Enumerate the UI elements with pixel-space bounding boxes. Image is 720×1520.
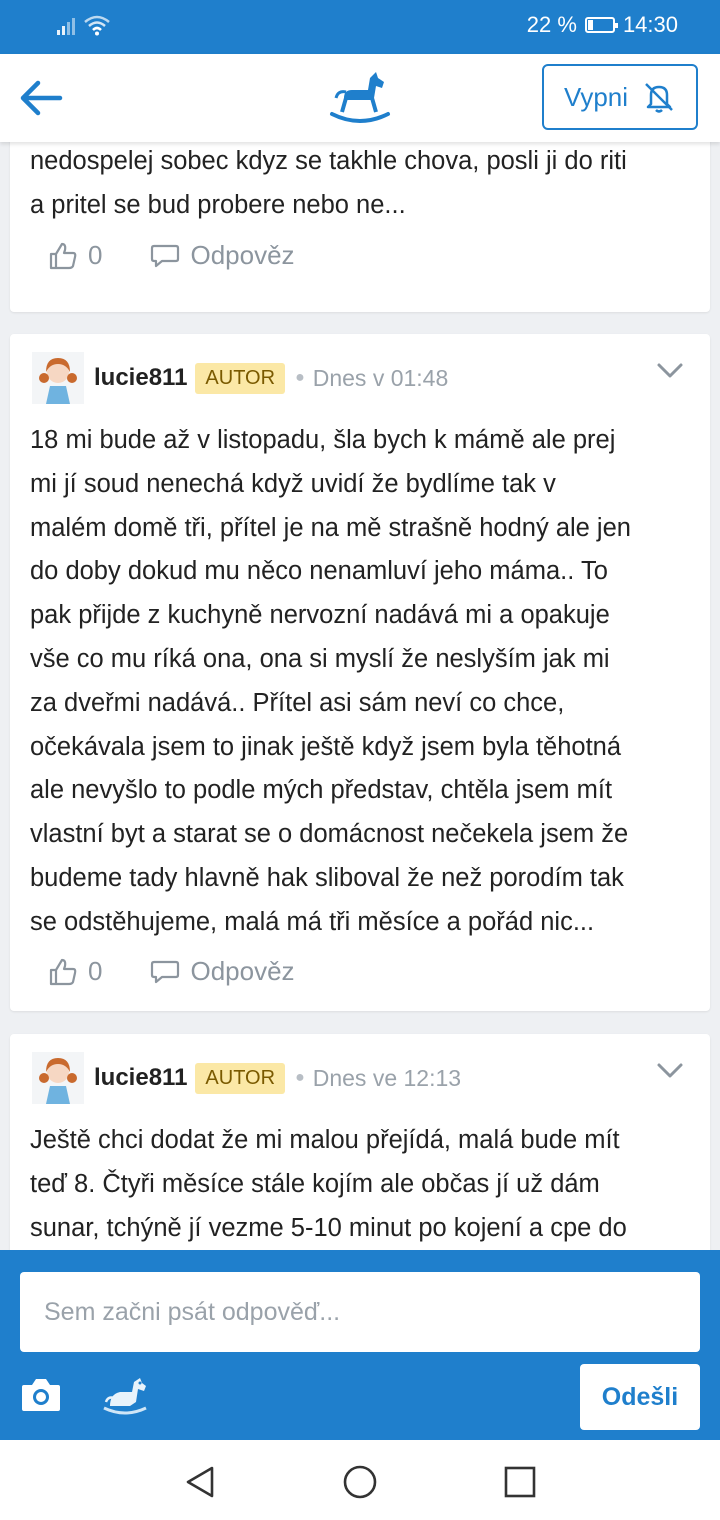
comment-line: nedospelej sobec kdyz se takhle chova, p…: [30, 147, 627, 175]
reply-label: Odpověz: [190, 956, 295, 986]
comment-header: lucie811 AUTOR ● Dnes ve 12:13: [32, 1052, 461, 1104]
username[interactable]: lucie811: [94, 364, 187, 392]
bell-off-icon: [645, 83, 673, 113]
battery-icon: [584, 17, 618, 33]
wifi-icon: [84, 15, 110, 36]
author-badge: AUTOR: [195, 1062, 286, 1094]
comment-text: Ještě chci dodat že mi malou přejídá, ma…: [30, 1119, 698, 1250]
separator-dot: ●: [295, 1069, 305, 1086]
comment-actions: 0 Odpověz: [48, 956, 295, 987]
comment-line: budeme tady hlavně hak sliboval že než p…: [30, 863, 624, 892]
comment-line: malém domě tři, přítel je na mě strašně …: [30, 513, 631, 542]
mute-notifications-button[interactable]: Vypni: [542, 64, 698, 130]
comment-line: vlastní byt a starat se o domácnost neče…: [30, 820, 629, 849]
comment-line: a pritel se bud probere nebo ne...: [30, 190, 406, 219]
comment-line: pak přijde z kuchyně nervozní nadává mi …: [30, 601, 610, 630]
system-nav-bar: [0, 1440, 720, 1520]
comment-feed[interactable]: nedospelej sobec kdyz se takhle chova, p…: [0, 142, 720, 1250]
comment-time: Dnes ve 12:13: [312, 1064, 462, 1091]
signal-wifi-group: [56, 14, 110, 36]
signal-icon: [57, 18, 75, 35]
avatar[interactable]: [32, 1052, 84, 1104]
comment-actions: 0 Odpověz: [48, 240, 295, 271]
comment-card: nedospelej sobec kdyz se takhle chova, p…: [10, 142, 710, 312]
comment-line: Ještě chci dodat že mi malou přejídá, ma…: [30, 1126, 620, 1154]
comment-card: lucie811 AUTOR ● Dnes v 01:48 18 mi bude…: [10, 334, 710, 1011]
speech-bubble-icon: [151, 244, 180, 267]
username[interactable]: lucie811: [94, 1064, 187, 1092]
like-count: 0: [88, 956, 103, 986]
comment-line: očekávala jsem to jinak ještě když jsem …: [30, 732, 622, 761]
camera-icon[interactable]: [20, 1375, 62, 1413]
clock: 14:30: [622, 12, 678, 37]
like-count: 0: [88, 240, 103, 270]
chevron-down-icon[interactable]: [656, 362, 684, 380]
comment-line: se odstěhujeme, malá má tři měsíce a poř…: [30, 907, 595, 936]
app-bar: Vypni: [0, 54, 720, 142]
reply-label: Odpověz: [190, 240, 295, 270]
like-button[interactable]: 0: [48, 240, 102, 271]
thumbs-up-icon: [49, 242, 77, 269]
comment-line: ale nevyšlo to podle mých představ, chtě…: [30, 776, 613, 805]
chevron-down-icon[interactable]: [656, 1062, 684, 1080]
comment-line: 18 mi bude až v listopadu, šla bych k má…: [30, 426, 616, 454]
comment-text: 18 mi bude až v listopadu, šla bych k má…: [30, 419, 698, 945]
speech-bubble-icon: [151, 960, 180, 983]
comment-time: Dnes v 01:48: [312, 364, 449, 391]
comment-line: sunar, tchýně jí vezme 5-10 minut po koj…: [30, 1213, 627, 1242]
comment-line: za dveřmi nadává.. Přítel asi sám neví c…: [30, 688, 565, 717]
battery-percent: 22 %: [526, 12, 577, 37]
comment-text: nedospelej sobec kdyz se takhle chova, p…: [30, 142, 698, 228]
like-button[interactable]: 0: [48, 956, 102, 987]
send-label: Odešli: [601, 1382, 679, 1411]
send-button[interactable]: Odešli: [580, 1364, 700, 1430]
reply-button[interactable]: Odpověz: [150, 956, 295, 987]
comment-line: teď 8. Čtyři měsíce stále kojím ale obča…: [30, 1169, 600, 1198]
reply-placeholder: Sem začni psát odpověď...: [44, 1297, 341, 1326]
reply-composer: Sem začni psát odpověď... Odešli: [0, 1250, 720, 1440]
comment-line: vše co mu ríká ona, ona si myslí že nesl…: [30, 644, 610, 673]
status-bar: 22 % 14:30: [0, 0, 720, 54]
separator-dot: ●: [295, 369, 305, 386]
reply-input[interactable]: Sem začni psát odpověď...: [20, 1272, 700, 1352]
comment-header: lucie811 AUTOR ● Dnes v 01:48: [32, 352, 448, 404]
horse-sticker-icon[interactable]: [100, 1372, 150, 1416]
comment-line: do doby dokud mu něco nenamluví jeho mám…: [30, 557, 608, 586]
thumbs-up-icon: [49, 958, 77, 985]
nav-home-icon[interactable]: [342, 1464, 378, 1500]
avatar[interactable]: [32, 352, 84, 404]
arrow-left-icon: [20, 80, 63, 116]
nav-recents-icon[interactable]: [502, 1464, 538, 1500]
nav-back-icon[interactable]: [182, 1464, 218, 1500]
author-badge: AUTOR: [195, 362, 286, 394]
mute-label: Vypni: [563, 81, 629, 112]
rocking-horse-logo: [330, 72, 390, 123]
comment-card: lucie811 AUTOR ● Dnes ve 12:13 Ještě chc…: [10, 1034, 710, 1250]
comment-line: mi jí soud nenechá když uvidí že bydlíme…: [30, 469, 556, 498]
back-button[interactable]: [14, 74, 66, 122]
reply-button[interactable]: Odpověz: [150, 240, 295, 271]
